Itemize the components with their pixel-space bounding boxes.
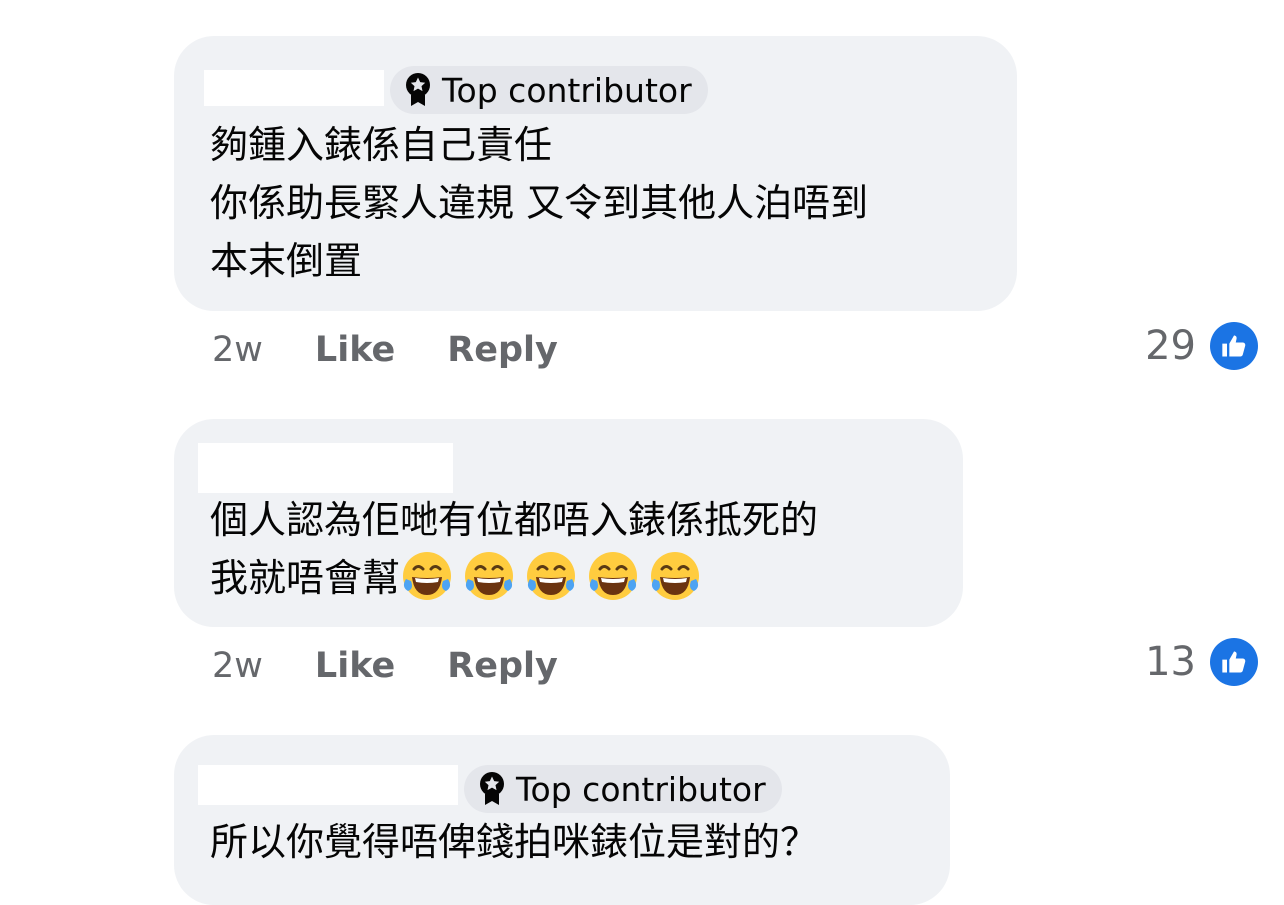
badge-label: Top contributor <box>516 769 766 809</box>
reply-button[interactable]: Reply <box>447 646 558 686</box>
commenter-name-redacted[interactable] <box>198 765 458 805</box>
like-button[interactable]: Like <box>315 646 395 686</box>
thumbs-up-icon <box>1210 638 1258 686</box>
badge-label: Top contributor <box>442 70 692 110</box>
comment-line: 所以你覺得唔俾錢拍咪錶位是對的？ <box>210 820 819 864</box>
like-button[interactable]: Like <box>315 330 395 370</box>
reply-button[interactable]: Reply <box>447 330 558 370</box>
comment-timestamp[interactable]: 2w <box>212 646 263 686</box>
commenter-name-redacted[interactable] <box>204 70 384 106</box>
thumbs-up-icon <box>1210 322 1258 370</box>
comment-text: 個人認為佢哋有位都唔入錶係抵死的 我就唔會幫 <box>210 491 818 607</box>
top-contributor-badge: Top contributor <box>390 66 708 114</box>
comment-line: 個人認為佢哋有位都唔入錶係抵死的 <box>210 498 819 542</box>
comment-line: 我就唔會幫 <box>210 549 818 607</box>
top-contributor-badge: Top contributor <box>464 765 782 813</box>
comment-bubble: Top contributor 夠鍾入錶係自己責任 你係助長緊人違規 又令到其他… <box>174 36 1017 311</box>
reaction-summary[interactable]: 29 <box>1145 322 1258 370</box>
reaction-count: 13 <box>1145 639 1196 685</box>
award-ribbon-icon <box>478 771 506 807</box>
comment-line-text: 我就唔會幫 <box>210 556 401 600</box>
comment-bubble: 個人認為佢哋有位都唔入錶係抵死的 我就唔會幫 <box>174 419 963 627</box>
commenter-name-redacted[interactable] <box>198 443 453 493</box>
reaction-count: 29 <box>1145 323 1196 369</box>
face-with-tears-of-joy-icon <box>648 549 702 603</box>
face-with-tears-of-joy-icon <box>524 549 578 603</box>
comment-bubble: Top contributor 所以你覺得唔俾錢拍咪錶位是對的？ <box>174 735 950 905</box>
comment-text: 所以你覺得唔俾錢拍咪錶位是對的？ <box>210 813 818 871</box>
comment-timestamp[interactable]: 2w <box>212 330 263 370</box>
comment-actions: 2w Like Reply <box>212 330 610 370</box>
comment-line: 夠鍾入錶係自己責任 <box>210 123 553 167</box>
comment-actions: 2w Like Reply <box>212 646 610 686</box>
award-ribbon-icon <box>404 72 432 108</box>
face-with-tears-of-joy-icon <box>462 549 516 603</box>
comment-text: 夠鍾入錶係自己責任 你係助長緊人違規 又令到其他人泊唔到 本末倒置 <box>210 116 868 290</box>
comment-line: 本末倒置 <box>210 239 363 283</box>
face-with-tears-of-joy-icon <box>400 549 454 603</box>
emoji-row <box>400 552 710 600</box>
reaction-summary[interactable]: 13 <box>1145 638 1258 686</box>
face-with-tears-of-joy-icon <box>586 549 640 603</box>
comment-line: 你係助長緊人違規 又令到其他人泊唔到 <box>210 181 869 225</box>
